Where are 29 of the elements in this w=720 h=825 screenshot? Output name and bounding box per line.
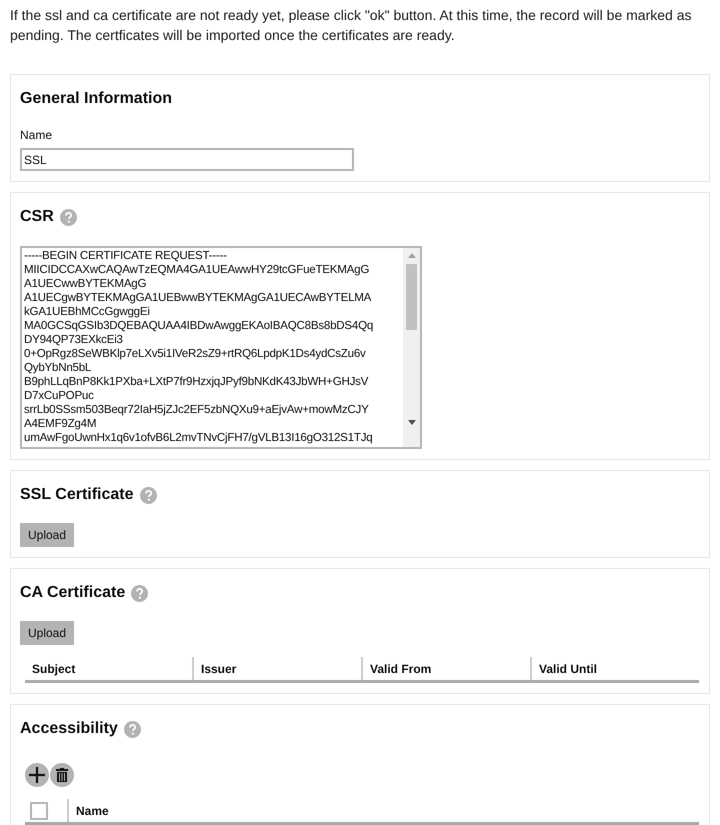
column-header: Name [67,799,699,822]
section-title: CSR [20,207,54,227]
scroll-thumb[interactable] [406,264,417,330]
section-title: Accessibility [20,719,118,739]
help-icon[interactable] [131,584,148,602]
notice-text: If the ssl and ca certificate are not ready yet, please click "ok" button. At this time, the record will be marked as pending. The certficates will be imported once the certificates are ready. [9,6,692,45]
column-header: Issuer [192,657,361,680]
column-header: Valid Until [530,657,699,680]
help-icon[interactable] [140,486,157,504]
name-field[interactable]: SSL [20,148,354,171]
section-title: SSL Certificate [20,485,134,505]
section-title: CA Certificate [20,583,126,603]
trash-icon [56,768,68,782]
column-header: Valid From [361,657,530,680]
scroll-up-icon[interactable] [408,253,416,258]
delete-button[interactable] [50,763,74,787]
csr-text-area[interactable]: -----BEGIN CERTIFICATE REQUEST----- MIICIDCCAXwCAQAwTzEQMA4GA1UEAwwHY29tcGFueTEKMAgG A1UECwwBYTEKMAgG A1UECgwBYTEKMAgGA1UEBwwBYTEKMAgGA1UECAwBYTELMA kGA1UEBhMCcGgwggEi MA0GCSqGSIb3DQEBAQUAA4IBDwAwggEKAoIBAQC8Bs8bDS4Qq DY94QP73EXkcEi3 0+OpRgz8SeWBKlp7eLXv5i1IVeR2sZ9+rtRQ6LpdpK1Ds4ydCsZu6v QybYbNn5bL B9phLLqBnP8Kk1PXba+LXtP7fr9HzxjqJPyf9bNKdK43JbWH+GHJsV D7xCuPOPuc srrLb0SSsm503Beqr72IaH5jZJc2EF5zbNQXu9+aEjvAw+mowMzCJY A4EMF9Zg4M umAwFgoUwnHx1q6v1ofvB6L2mvTNvCjFH7/gVLB13I16gO312S1TJq [20,246,422,449]
section-title: General Information [20,89,172,109]
upload-button[interactable]: Upload [20,621,74,645]
upload-button[interactable]: Upload [20,523,74,547]
help-icon[interactable] [124,720,141,738]
plus-icon [29,767,45,783]
field-label: Name [20,127,54,144]
help-icon[interactable] [60,208,77,226]
scrollbar[interactable] [403,248,420,447]
scroll-down-icon[interactable] [408,420,416,425]
column-header: Subject [31,660,76,678]
select-all-checkbox[interactable] [30,802,48,820]
add-button[interactable] [25,763,49,787]
